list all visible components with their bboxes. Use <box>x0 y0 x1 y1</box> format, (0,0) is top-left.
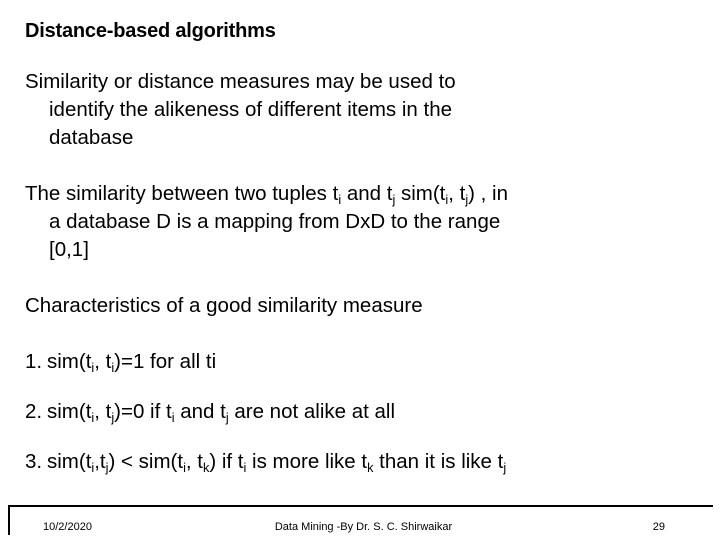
list-item: 1. sim(ti, ti)=1 for all ti <box>25 348 697 376</box>
subscript: i <box>91 459 95 475</box>
slide-footer: 10/2/2020 Data Mining -By Dr. S. C. Shir… <box>8 505 713 535</box>
text-fragment: ) if t <box>209 450 244 473</box>
subscript: i <box>91 359 95 375</box>
paragraph-line: database <box>49 126 134 149</box>
subscript: i <box>111 359 115 375</box>
subscript: j <box>392 191 396 207</box>
subscript: j <box>111 409 115 425</box>
list-item: 2. sim(ti, tj)=0 if ti and tj are not ali… <box>25 398 697 426</box>
subscript: i <box>243 459 247 475</box>
subscript: j <box>225 409 229 425</box>
subscript: i <box>338 191 342 207</box>
paragraph-line: The similarity between two tuples ti and… <box>25 182 509 207</box>
paragraph-line: a database D is a mapping from DxD to th… <box>49 210 501 233</box>
text-fragment: The similarity between two tuples t <box>25 182 339 205</box>
paragraph-similarity-definition: The similarity between two tuples ti and… <box>25 180 697 264</box>
slide-title: Distance-based algorithms <box>25 20 276 42</box>
subscript: j <box>465 191 469 207</box>
text-fragment: , t <box>94 350 112 373</box>
subscript: i <box>91 409 95 425</box>
text-fragment: sim(t <box>395 182 446 205</box>
text-fragment: and t <box>341 182 393 205</box>
footer-page-number: 29 <box>652 521 665 533</box>
text-fragment: ,t <box>94 450 106 473</box>
subscript: i <box>171 409 175 425</box>
text-fragment: ) , in <box>468 182 509 205</box>
text-fragment: , t <box>94 400 112 423</box>
footer-course-title: Data Mining -By Dr. S. C. Shirwaikar <box>274 521 453 533</box>
paragraph-line: identify the alikeness of different item… <box>49 98 453 121</box>
text-fragment: are not alike at all <box>228 400 396 423</box>
list-item-number: 2. <box>25 400 43 423</box>
text-fragment: sim(t <box>47 400 92 423</box>
list-item: 3. sim(ti,tj) < sim(ti, tk) if ti is more… <box>25 448 697 476</box>
slide-canvas: Distance-based algorithms Similarity or … <box>0 0 720 540</box>
text-fragment: than it is like t <box>373 450 504 473</box>
text-fragment: and t <box>174 400 226 423</box>
text-fragment: , t <box>448 182 466 205</box>
paragraph-line: [0,1] <box>49 238 89 261</box>
paragraph-similarity-measures: Similarity or distance measures may be u… <box>25 68 697 152</box>
subscript: j <box>503 459 507 475</box>
subscript: k <box>202 459 210 475</box>
text-fragment: sim(t <box>47 350 92 373</box>
paragraph-line: Similarity or distance measures may be u… <box>25 70 456 93</box>
subscript: i <box>445 191 449 207</box>
text-fragment: )=1 for all ti <box>114 350 217 373</box>
text-fragment: is more like t <box>246 450 368 473</box>
slide-body: Similarity or distance measures may be u… <box>25 68 697 476</box>
text-fragment: , t <box>185 450 203 473</box>
text-fragment: ) < sim(t <box>108 450 184 473</box>
text-fragment: )=0 if t <box>114 400 172 423</box>
paragraph-characteristics-heading: Characteristics of a good similarity mea… <box>25 294 423 317</box>
subscript: k <box>367 459 374 475</box>
text-fragment: sim(t <box>47 450 92 473</box>
list-item-number: 1. <box>25 350 43 373</box>
footer-inner: 10/2/2020 Data Mining -By Dr. S. C. Shir… <box>10 507 713 535</box>
subscript: i <box>183 459 186 475</box>
list-item-number: 3. <box>25 450 43 473</box>
